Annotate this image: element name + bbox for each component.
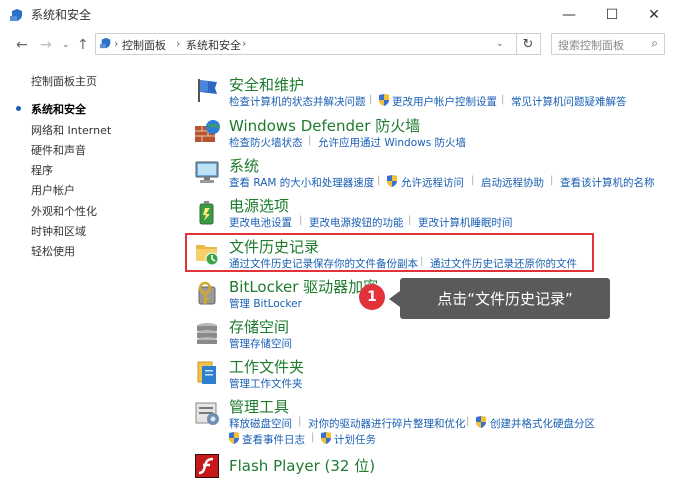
work-folders-icon (197, 361, 216, 384)
task-separator: | (308, 135, 312, 146)
task-manage-storage-spaces[interactable]: 管理存储空间 (229, 336, 292, 351)
uac-shield-icon (321, 432, 331, 444)
callout-tooltip: 点击“文件历史记录” (400, 278, 610, 319)
task-firewall-status[interactable]: 检查防火墙状态 (229, 135, 303, 150)
sidebar-item-network[interactable]: 网络和 Internet (31, 122, 111, 138)
task-separator: | (471, 175, 475, 186)
task-separator: | (408, 215, 412, 226)
forward-arrow-icon[interactable]: → (40, 37, 52, 53)
breadcrumb-current[interactable]: 系统和安全 (186, 37, 241, 53)
task-separator: | (298, 416, 302, 427)
sidebar-item-system-security[interactable]: 系统和安全 (31, 101, 86, 117)
uac-shield-icon (387, 175, 397, 187)
category-title-bitlocker[interactable]: BitLocker 驱动器加密 (229, 276, 378, 297)
uac-shield-icon (229, 432, 239, 444)
flash-player-icon (195, 454, 219, 478)
task-separator: | (377, 175, 381, 186)
task-sleep-time[interactable]: 更改计算机睡眠时间 (418, 215, 513, 230)
task-restore-files[interactable]: 通过文件历史记录还原你的文件 (430, 256, 577, 271)
sidebar-item-clock-region[interactable]: 时钟和区域 (31, 223, 86, 239)
task-power-button[interactable]: 更改电源按钮的功能 (309, 215, 404, 230)
sidebar-item-user-accounts[interactable]: 用户帐户 (31, 182, 75, 198)
category-title-system[interactable]: 系统 (229, 155, 259, 176)
back-arrow-icon[interactable]: ← (16, 37, 28, 53)
breadcrumb-separator-icon: › (114, 37, 119, 50)
category-title-firewall[interactable]: Windows Defender 防火墙 (229, 115, 420, 136)
admin-tools-icon (195, 402, 219, 425)
category-title-security-maintenance[interactable]: 安全和维护 (229, 74, 304, 95)
search-input[interactable]: 搜索控制面板 (558, 37, 624, 53)
category-title-admin-tools[interactable]: 管理工具 (229, 396, 289, 417)
breadcrumb-separator-icon: › (242, 37, 247, 50)
task-manage-work-folders[interactable]: 管理工作文件夹 (229, 376, 303, 391)
task-remote-assistance[interactable]: 启动远程协助 (481, 175, 544, 190)
task-free-disk-space[interactable]: 释放磁盘空间 (229, 416, 292, 431)
task-allow-app-firewall[interactable]: 允许应用通过 Windows 防火墙 (318, 135, 466, 150)
task-backup-files[interactable]: 通过文件历史记录保存你的文件备份副本 (229, 256, 418, 271)
uac-shield-icon (476, 416, 486, 428)
callout-pointer-icon (389, 291, 400, 307)
task-separator: | (369, 94, 373, 105)
task-separator: | (466, 416, 470, 427)
maximize-button[interactable]: ☐ (592, 0, 632, 30)
window-title: 系统和安全 (31, 8, 92, 22)
storage-spaces-icon (197, 323, 217, 344)
category-title-storage-spaces[interactable]: 存储空间 (229, 316, 289, 337)
task-allow-remote-access[interactable]: 允许远程访问 (401, 175, 464, 190)
task-create-format-partition[interactable]: 创建并格式化硬盘分区 (490, 416, 595, 431)
sidebar-item-appearance[interactable]: 外观和个性化 (31, 203, 97, 219)
task-schedule-tasks[interactable]: 计划任务 (334, 432, 376, 447)
search-box[interactable]: 搜索控制面板 ⌕ (551, 33, 665, 55)
task-separator: | (550, 175, 554, 186)
close-button[interactable]: ✕ (634, 0, 674, 30)
task-change-uac[interactable]: 更改用户帐户控制设置 (392, 94, 497, 109)
refresh-button[interactable]: ↻ (516, 33, 541, 55)
control-panel-icon (10, 9, 22, 21)
task-separator: | (501, 94, 505, 105)
search-icon[interactable]: ⌕ (651, 36, 658, 51)
breadcrumb-root[interactable]: 控制面板 (122, 37, 166, 53)
category-title-power-options[interactable]: 电源选项 (229, 195, 289, 216)
category-title-file-history[interactable]: 文件历史记录 (229, 236, 319, 257)
task-battery-settings[interactable]: 更改电池设置 (229, 215, 292, 230)
minimize-button[interactable]: — (549, 0, 589, 30)
sidebar-item-home[interactable]: 控制面板主页 (31, 73, 97, 89)
task-check-status[interactable]: 检查计算机的状态并解决问题 (229, 94, 366, 109)
power-battery-icon (199, 201, 214, 225)
task-view-computer-name[interactable]: 查看该计算机的名称 (560, 175, 655, 190)
task-separator: | (299, 215, 303, 226)
task-separator: | (311, 432, 315, 443)
address-bar[interactable]: › 控制面板 › 系统和安全 › ⌄ (95, 33, 517, 55)
task-view-ram[interactable]: 查看 RAM 的大小和处理器速度 (229, 175, 374, 190)
active-indicator-icon (16, 106, 21, 111)
bitlocker-key-icon (198, 281, 216, 305)
task-view-event-logs[interactable]: 查看事件日志 (242, 432, 305, 447)
sidebar-item-ease-of-access[interactable]: 轻松使用 (31, 243, 75, 259)
task-separator: | (420, 256, 424, 267)
control-panel-icon (100, 37, 111, 49)
recent-dropdown-icon[interactable]: ⌄ (62, 40, 70, 50)
category-title-flash-player[interactable]: Flash Player (32 位) (229, 455, 375, 476)
step-number-badge: 1 (359, 284, 385, 310)
sidebar-item-hardware[interactable]: 硬件和声音 (31, 142, 86, 158)
address-dropdown-icon[interactable]: ⌄ (496, 39, 504, 49)
breadcrumb-separator-icon: › (176, 37, 181, 50)
category-title-work-folders[interactable]: 工作文件夹 (229, 356, 304, 377)
task-troubleshoot[interactable]: 常见计算机问题疑难解答 (511, 94, 627, 109)
system-monitor-icon (195, 161, 219, 183)
file-history-icon (196, 245, 219, 266)
firewall-icon (195, 120, 220, 142)
sidebar-item-programs[interactable]: 程序 (31, 162, 53, 178)
task-defragment[interactable]: 对你的驱动器进行碎片整理和优化 (308, 416, 466, 431)
up-arrow-icon[interactable]: ↑ (77, 37, 89, 53)
security-flag-icon (198, 79, 217, 102)
uac-shield-icon (379, 94, 389, 106)
task-manage-bitlocker[interactable]: 管理 BitLocker (229, 296, 302, 311)
